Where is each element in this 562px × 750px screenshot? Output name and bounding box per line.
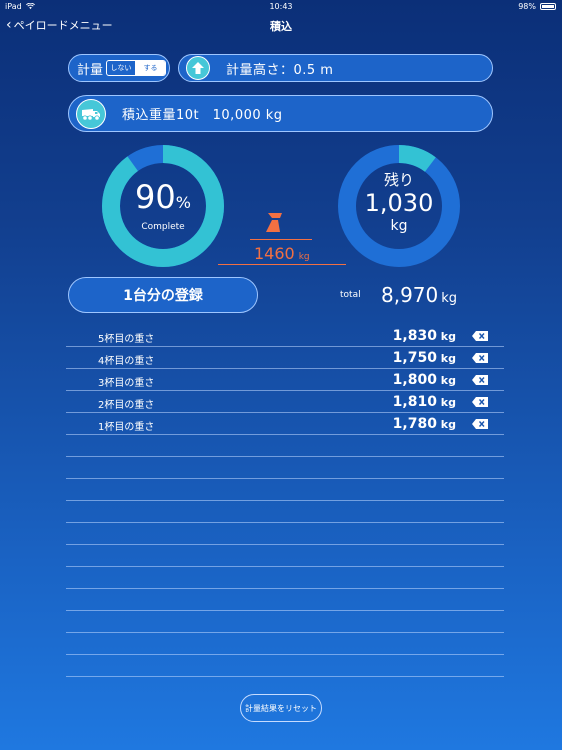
empty-row (66, 611, 504, 633)
status-bar: iPad 10:43 98% (0, 0, 562, 14)
bucket-entry-list: 5杯目の重さ 1,830 kg 4杯目の重さ 1,750 kg 3杯目の重さ 1… (66, 325, 504, 677)
reset-results-button[interactable]: 計量結果をリセット (240, 694, 322, 722)
entry-value: 1,780 kg (392, 416, 456, 432)
entry-value: 1,800 kg (392, 372, 456, 388)
load-weight-text: 積込重量10t 10,000 kg (122, 108, 283, 123)
empty-row (66, 479, 504, 501)
empty-row (66, 567, 504, 589)
empty-row (66, 633, 504, 655)
total-value: 8,970 kg (381, 283, 458, 307)
empty-row (66, 501, 504, 523)
empty-row (66, 457, 504, 479)
total-label: total (340, 290, 361, 300)
list-item: 3杯目の重さ 1,800 kg (66, 369, 504, 391)
back-button[interactable]: ‹ ペイロードメニュー (6, 17, 113, 33)
measure-option-on[interactable]: する (136, 61, 166, 75)
empty-row (66, 655, 504, 677)
measure-toggle-box: 計量 しない する (68, 54, 170, 82)
measure-label: 計量 (77, 62, 104, 78)
measure-segmented-control: しない する (106, 60, 167, 76)
entry-name: 5杯目の重さ (98, 334, 155, 345)
entry-name: 3杯目の重さ (98, 378, 155, 389)
back-label: ペイロードメニュー (13, 19, 113, 32)
clock: 10:43 (269, 2, 293, 11)
remaining-unit: kg (390, 218, 408, 234)
chevron-left-icon: ‹ (6, 17, 12, 33)
entry-name: 4杯目の重さ (98, 356, 155, 367)
delete-icon[interactable] (472, 375, 488, 385)
list-item: 2杯目の重さ 1,810 kg (66, 391, 504, 413)
remaining-gauge: 残り 1,030 kg (337, 144, 461, 268)
entry-value: 1,830 kg (392, 328, 456, 344)
battery-icon (540, 3, 556, 10)
progress-percent: 90% (135, 178, 191, 216)
empty-row (66, 545, 504, 567)
entry-value: 1,750 kg (392, 350, 456, 366)
delete-icon[interactable] (472, 397, 488, 407)
load-weight-button[interactable]: 積込重量10t 10,000 kg (68, 95, 493, 132)
progress-gauge: 90% Complete (101, 144, 225, 268)
bucket-weight: 1460 kg (254, 244, 310, 263)
delete-icon[interactable] (472, 353, 488, 363)
register-truck-button[interactable]: 1台分の登録 (68, 277, 258, 313)
delete-icon[interactable] (472, 331, 488, 341)
nav-bar: ‹ ペイロードメニュー 積込 (0, 14, 562, 36)
entry-name: 2杯目の重さ (98, 400, 155, 411)
measure-option-off[interactable]: しない (107, 61, 137, 75)
battery-percent: 98% (518, 2, 536, 11)
remaining-label: 残り (383, 171, 414, 189)
measure-height-text: 計量高さ：0.5 m (226, 62, 334, 78)
list-item: 4杯目の重さ 1,750 kg (66, 347, 504, 369)
entry-value: 1,810 kg (392, 394, 456, 410)
empty-row (66, 589, 504, 611)
dump-truck-icon (76, 98, 106, 129)
complete-label: Complete (141, 222, 185, 232)
list-item: 5杯目の重さ 1,830 kg (66, 325, 504, 347)
list-item: 1杯目の重さ 1,780 kg (66, 413, 504, 435)
bucket-divider-bottom (218, 264, 346, 265)
bucket-divider-top (250, 239, 312, 240)
empty-row (66, 523, 504, 545)
delete-icon[interactable] (472, 419, 488, 429)
bucket-icon (266, 213, 282, 232)
arrow-up-icon (186, 56, 210, 80)
entry-name: 1杯目の重さ (98, 422, 155, 433)
remaining-value: 1,030 (364, 189, 434, 217)
measure-height-button[interactable]: 計量高さ：0.5 m (178, 54, 493, 82)
empty-row (66, 435, 504, 457)
